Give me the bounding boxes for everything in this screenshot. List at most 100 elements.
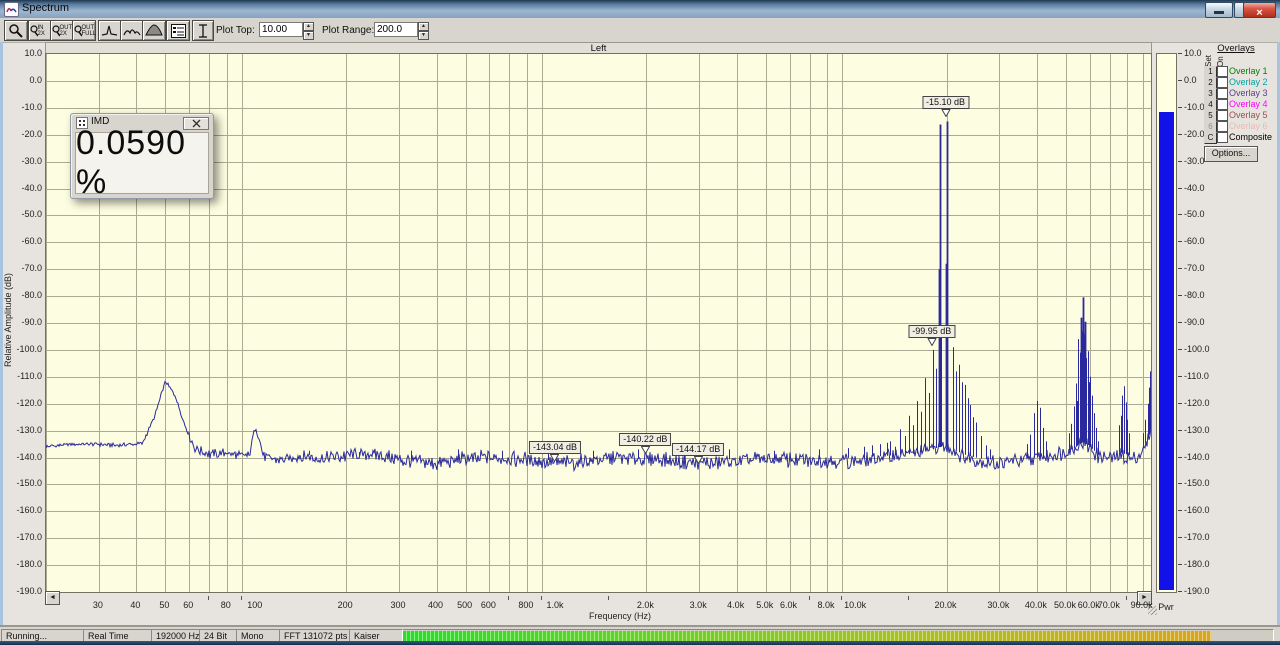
cursor-ibeam-button[interactable] bbox=[192, 20, 214, 41]
x-axis-tick-label: 80 bbox=[220, 600, 231, 610]
magnifier-icon bbox=[9, 23, 23, 38]
y-axis-tick-label: 0.0 bbox=[29, 74, 42, 85]
overlay-on-checkbox-6[interactable] bbox=[1217, 121, 1228, 132]
x-axis-tick-label: 60 bbox=[183, 600, 194, 610]
x-axis-tick-label: 50.0k bbox=[1053, 600, 1076, 610]
plot-range-spin-up[interactable]: ▲ bbox=[418, 22, 429, 31]
overlay-on-checkbox-5[interactable] bbox=[1217, 110, 1228, 121]
y-axis-tick-label-right: -20.0 bbox=[1184, 128, 1205, 139]
zoom-out-2x-label: OUT 2X bbox=[59, 24, 73, 37]
y-axis-tick bbox=[1178, 295, 1182, 297]
x-axis-tick-label: 500 bbox=[457, 600, 473, 610]
y-axis-tick-label: -130.0 bbox=[16, 424, 42, 435]
window-border-bottom bbox=[0, 641, 1280, 645]
cursor-marker-label: -144.17 dB bbox=[672, 443, 725, 456]
spectral-peaks bbox=[938, 121, 1087, 447]
x-axis-minor-tick bbox=[908, 596, 909, 600]
zoom-in-2x-button[interactable]: IN 2X bbox=[28, 20, 52, 41]
x-axis-tick-label: 300 bbox=[390, 600, 406, 610]
overlay-on-checkbox-1[interactable] bbox=[1217, 66, 1228, 77]
scroll-left-button[interactable]: ◄ bbox=[45, 591, 60, 605]
overlay-on-checkbox-4[interactable] bbox=[1217, 99, 1228, 110]
peak-filled-button[interactable] bbox=[142, 20, 166, 41]
plot-top-input[interactable] bbox=[259, 22, 303, 37]
window-title: Spectrum bbox=[22, 2, 70, 14]
x-axis-minor-tick bbox=[809, 596, 810, 600]
imd-window[interactable]: IMD 0.0590 % bbox=[70, 113, 214, 201]
y-axis-tick bbox=[1178, 187, 1182, 189]
y-axis-tick-label-right: -30.0 bbox=[1184, 155, 1205, 166]
x-axis-tick-label: 10.0k bbox=[844, 600, 867, 610]
x-axis-tick-label: 3.0k bbox=[689, 600, 707, 610]
y-axis-tick-label-right: -10.0 bbox=[1184, 101, 1205, 112]
x-axis-tick-label: 8.0k bbox=[817, 600, 835, 610]
spectrum-window: Spectrum × IN 2X OUT 2X OUT FULL Plot To… bbox=[0, 0, 1280, 645]
y-axis-tick bbox=[1178, 456, 1182, 458]
y-axis-tick-label-right: 10.0 bbox=[1184, 48, 1202, 58]
y-axis-tick-label: -110.0 bbox=[17, 370, 42, 381]
y-axis-tick bbox=[1178, 564, 1182, 566]
peak-rounded-button[interactable] bbox=[120, 20, 144, 41]
y-axis-tick bbox=[1178, 79, 1182, 81]
zoom-tool-button[interactable] bbox=[4, 20, 28, 41]
cursor-marker-label: -99.95 dB bbox=[908, 325, 956, 338]
cursor-marker: -99.95 dB bbox=[908, 325, 956, 346]
overlays-options-button[interactable]: Options... bbox=[1204, 146, 1258, 162]
y-axis-tick-label-right: -190.0 bbox=[1184, 586, 1210, 596]
x-axis-minor-tick bbox=[508, 596, 509, 600]
y-axis-tick-label-right: -120.0 bbox=[1184, 397, 1210, 408]
peak-sharp-button[interactable] bbox=[98, 20, 122, 41]
imd-value: 0.0590 % bbox=[76, 124, 186, 201]
y-axis-tick-label-right: -50.0 bbox=[1184, 209, 1205, 220]
x-axis-tick-label: 6.0k bbox=[780, 600, 798, 610]
y-axis-tick bbox=[1178, 537, 1182, 539]
plot-range-label: Plot Range: bbox=[322, 25, 375, 36]
plot-top-spin-up[interactable]: ▲ bbox=[303, 22, 314, 31]
y-axis-tick-label-right: -60.0 bbox=[1184, 236, 1205, 247]
zoom-out-full-button[interactable]: OUT FULL bbox=[72, 20, 96, 41]
y-axis-tick-label-right: -140.0 bbox=[1184, 451, 1210, 462]
overlay-label: Overlay 6 bbox=[1229, 121, 1268, 131]
close-button[interactable]: × bbox=[1243, 2, 1276, 19]
noise-floor-trace bbox=[46, 380, 1151, 473]
y-axis-tick-label: -190.0 bbox=[16, 586, 42, 596]
y-axis-tick-label-right: -100.0 bbox=[1184, 343, 1210, 354]
y-axis-tick-label-right: -130.0 bbox=[1184, 424, 1210, 435]
y-axis-tick-label-right: 0.0 bbox=[1184, 74, 1197, 85]
display-list-button[interactable] bbox=[166, 20, 190, 41]
minimize-button[interactable] bbox=[1205, 2, 1233, 18]
x-axis-tick-label: 20.0k bbox=[934, 600, 957, 610]
x-axis-tick-label: 1.0k bbox=[546, 600, 564, 610]
zoom-out-full-label: OUT FULL bbox=[81, 24, 97, 37]
x-axis-tick-label: 400 bbox=[428, 600, 444, 610]
plot-range-input[interactable] bbox=[374, 22, 418, 37]
cursor-marker-label: -15.10 dB bbox=[921, 96, 970, 109]
plot-top-spin-down[interactable]: ▼ bbox=[303, 31, 314, 40]
overlay-label: Composite bbox=[1229, 132, 1273, 142]
overlay-set-button-c[interactable]: C bbox=[1204, 132, 1217, 144]
list-icon bbox=[170, 23, 186, 38]
power-meter-fill bbox=[1159, 112, 1174, 590]
y-axis-tick-label-right: -110.0 bbox=[1184, 370, 1209, 381]
y-axis-tick bbox=[1178, 106, 1182, 108]
y-axis-tick-label: -30.0 bbox=[21, 155, 42, 166]
y-axis-tick bbox=[1178, 241, 1182, 243]
title-bar[interactable]: Spectrum × bbox=[0, 0, 1280, 19]
x-axis-tick-label: 60.0k bbox=[1077, 600, 1100, 610]
x-axis-tick-label: 100 bbox=[247, 600, 263, 610]
y-axis-tick-label: -150.0 bbox=[16, 478, 42, 489]
cursor-marker-pointer-icon bbox=[550, 454, 560, 462]
overlay-on-checkbox-3[interactable] bbox=[1217, 88, 1228, 99]
plot-range-spin-down[interactable]: ▼ bbox=[418, 31, 429, 40]
x-axis-minor-tick bbox=[241, 596, 242, 600]
y-axis-tick-label: -20.0 bbox=[21, 128, 42, 139]
zoom-out-2x-button[interactable]: OUT 2X bbox=[50, 20, 74, 41]
overlay-on-checkbox-c[interactable] bbox=[1217, 132, 1228, 143]
x-axis-tick-label: 40 bbox=[130, 600, 141, 610]
y-axis-tick-label-right: -80.0 bbox=[1184, 290, 1205, 301]
overlay-on-checkbox-2[interactable] bbox=[1217, 77, 1228, 88]
y-axis-tick-label: -140.0 bbox=[16, 451, 42, 462]
y-axis-tick-label: -100.0 bbox=[16, 343, 42, 354]
toolbar: IN 2X OUT 2X OUT FULL Plot Top: ▲▼ bbox=[0, 18, 1280, 43]
cursor-marker-pointer-icon bbox=[640, 446, 650, 454]
